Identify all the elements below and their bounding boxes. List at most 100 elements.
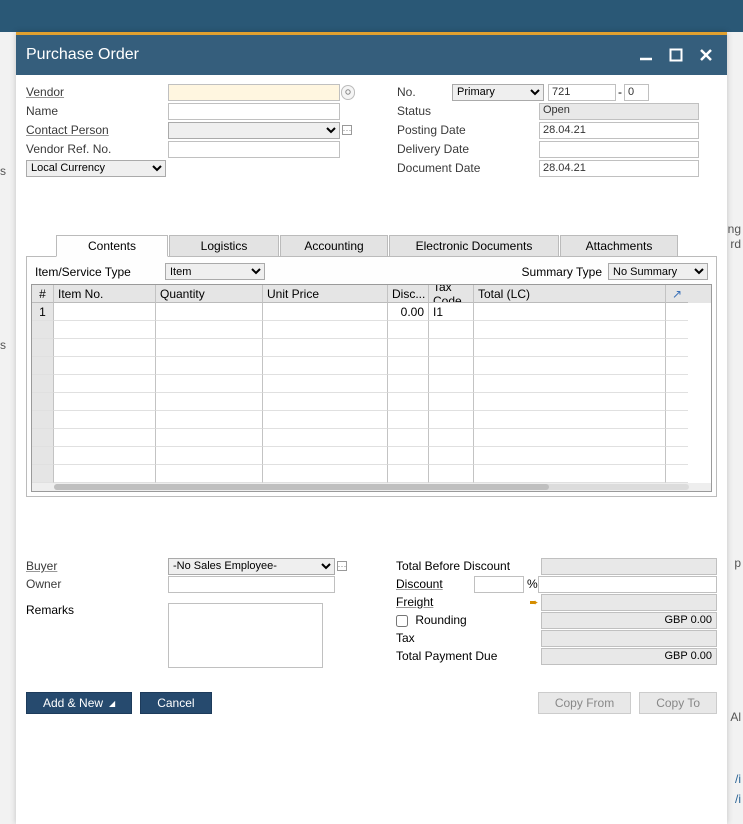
cell-unit-price[interactable]	[263, 303, 388, 321]
cell-total-lc[interactable]	[474, 303, 666, 321]
table-row[interactable]	[32, 375, 711, 393]
grid-expand-icon[interactable]: ↗	[666, 285, 688, 303]
cell-quantity[interactable]	[156, 393, 263, 411]
cell-total-lc[interactable]	[474, 393, 666, 411]
cell-unit-price[interactable]	[263, 339, 388, 357]
cell-total-lc[interactable]	[474, 321, 666, 339]
tab-accounting[interactable]: Accounting	[280, 235, 388, 256]
cell-discount[interactable]	[388, 393, 429, 411]
contact-person-select[interactable]	[168, 122, 340, 139]
discount-pct-input[interactable]	[474, 576, 524, 593]
owner-input[interactable]	[168, 576, 335, 593]
cell-total-lc[interactable]	[474, 357, 666, 375]
cell-tax-code[interactable]	[429, 465, 474, 483]
contact-expand-icon[interactable]: ⋯	[342, 125, 352, 135]
cell-unit-price[interactable]	[263, 447, 388, 465]
cell-unit-price[interactable]	[263, 411, 388, 429]
cell-tax-code[interactable]: I1	[429, 303, 474, 321]
col-total-lc[interactable]: Total (LC)	[474, 285, 666, 303]
cell-quantity[interactable]	[156, 429, 263, 447]
cell-tax-code[interactable]	[429, 375, 474, 393]
buyer-select[interactable]: -No Sales Employee-	[168, 558, 335, 575]
currency-select[interactable]: Local Currency	[26, 160, 166, 177]
copy-to-button[interactable]: Copy To	[639, 692, 717, 714]
cell-discount[interactable]	[388, 357, 429, 375]
cell-unit-price[interactable]	[263, 429, 388, 447]
table-row[interactable]	[32, 465, 711, 483]
cell-tax-code[interactable]	[429, 339, 474, 357]
no-type-select[interactable]: Primary	[452, 84, 544, 101]
buyer-expand-icon[interactable]: ⋯	[337, 561, 347, 571]
cell-quantity[interactable]	[156, 303, 263, 321]
copy-from-button[interactable]: Copy From	[538, 692, 631, 714]
cell-total-lc[interactable]	[474, 411, 666, 429]
cell-tax-code[interactable]	[429, 321, 474, 339]
cell-item-no[interactable]	[54, 411, 156, 429]
cell-total-lc[interactable]	[474, 339, 666, 357]
cell-unit-price[interactable]	[263, 357, 388, 375]
vendor-ref-input[interactable]	[168, 141, 340, 158]
item-service-type-select[interactable]: Item	[165, 263, 265, 280]
summary-type-select[interactable]: No Summary	[608, 263, 708, 280]
cell-item-no[interactable]	[54, 375, 156, 393]
cell-quantity[interactable]	[156, 375, 263, 393]
discount-value[interactable]	[538, 576, 717, 593]
close-button[interactable]	[695, 44, 717, 66]
table-row[interactable]	[32, 321, 711, 339]
cell-item-no[interactable]	[54, 303, 156, 321]
table-row[interactable]	[32, 429, 711, 447]
document-date-input[interactable]	[539, 160, 699, 177]
cell-discount[interactable]	[388, 375, 429, 393]
table-row[interactable]	[32, 411, 711, 429]
cell-total-lc[interactable]	[474, 429, 666, 447]
table-row[interactable]: 10.00I1	[32, 303, 711, 321]
cell-unit-price[interactable]	[263, 465, 388, 483]
cell-item-no[interactable]	[54, 465, 156, 483]
col-num[interactable]: #	[32, 285, 54, 303]
table-row[interactable]	[32, 339, 711, 357]
cell-discount[interactable]	[388, 429, 429, 447]
cell-quantity[interactable]	[156, 447, 263, 465]
col-tax-code[interactable]: Tax Code	[429, 285, 474, 303]
tab-logistics[interactable]: Logistics	[169, 235, 279, 256]
vendor-browse-icon[interactable]	[341, 85, 355, 100]
cancel-button[interactable]: Cancel	[140, 692, 211, 714]
rounding-checkbox[interactable]	[396, 615, 408, 627]
cell-tax-code[interactable]	[429, 429, 474, 447]
no-sub-input[interactable]	[624, 84, 649, 101]
cell-discount[interactable]	[388, 339, 429, 357]
freight-link-arrow-icon[interactable]: ➨	[527, 596, 541, 609]
cell-tax-code[interactable]	[429, 357, 474, 375]
cell-tax-code[interactable]	[429, 393, 474, 411]
tab-contents[interactable]: Contents	[56, 235, 168, 257]
tab-attachments[interactable]: Attachments	[560, 235, 678, 256]
cell-item-no[interactable]	[54, 339, 156, 357]
cell-quantity[interactable]	[156, 465, 263, 483]
cell-item-no[interactable]	[54, 357, 156, 375]
cell-item-no[interactable]	[54, 393, 156, 411]
cell-item-no[interactable]	[54, 429, 156, 447]
posting-date-input[interactable]	[539, 122, 699, 139]
cell-discount[interactable]: 0.00	[388, 303, 429, 321]
col-unit-price[interactable]: Unit Price	[263, 285, 388, 303]
col-discount[interactable]: Disc...	[388, 285, 429, 303]
add-and-new-button[interactable]: Add & New◢	[26, 692, 132, 714]
grid-horizontal-scrollbar[interactable]	[32, 483, 711, 491]
cell-item-no[interactable]	[54, 447, 156, 465]
vendor-input[interactable]	[168, 84, 340, 101]
remarks-textarea[interactable]	[168, 603, 323, 668]
cell-total-lc[interactable]	[474, 465, 666, 483]
cell-quantity[interactable]	[156, 411, 263, 429]
cell-total-lc[interactable]	[474, 375, 666, 393]
cell-tax-code[interactable]	[429, 411, 474, 429]
cell-quantity[interactable]	[156, 321, 263, 339]
cell-quantity[interactable]	[156, 357, 263, 375]
cell-discount[interactable]	[388, 465, 429, 483]
cell-tax-code[interactable]	[429, 447, 474, 465]
cell-discount[interactable]	[388, 321, 429, 339]
cell-quantity[interactable]	[156, 339, 263, 357]
cell-item-no[interactable]	[54, 321, 156, 339]
table-row[interactable]	[32, 393, 711, 411]
cell-discount[interactable]	[388, 411, 429, 429]
tab-electronic-documents[interactable]: Electronic Documents	[389, 235, 559, 256]
